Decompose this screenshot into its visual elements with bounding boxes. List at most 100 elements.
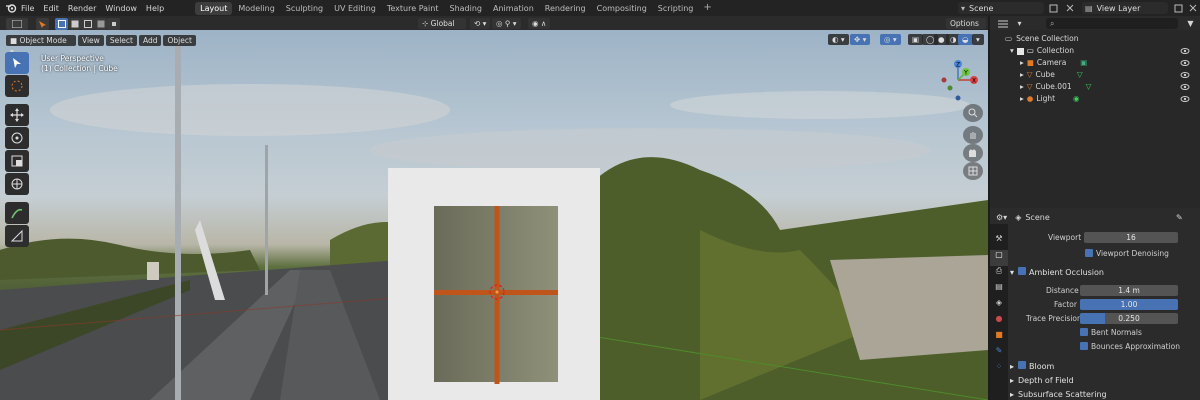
gizmo-toggle-icon[interactable]: ✥ ▾ xyxy=(850,34,871,45)
properties-editor-icon[interactable]: ⚙▾ xyxy=(996,213,1007,222)
eye-icon[interactable] xyxy=(1180,58,1190,68)
collection-checkbox-icon[interactable] xyxy=(1016,47,1024,55)
select-extend-icon[interactable] xyxy=(68,18,81,30)
menu-window[interactable]: Window xyxy=(105,4,137,13)
transform-orientation[interactable]: ⊹ Global xyxy=(418,18,466,29)
menu-edit[interactable]: Edit xyxy=(43,4,59,13)
pan-hand-icon[interactable] xyxy=(963,126,983,144)
mode-selector[interactable]: ■ Object Mode ▾ xyxy=(6,34,76,56)
tab-world-icon[interactable]: ● xyxy=(990,314,1008,330)
trace-precision-slider[interactable]: 0.250 xyxy=(1080,313,1178,324)
ambient-occlusion-panel[interactable]: ▾ Ambient Occlusion xyxy=(1010,266,1104,278)
select-new-icon[interactable] xyxy=(55,18,68,30)
overlay-toggle-icon[interactable]: ◎ ▾ xyxy=(880,34,901,45)
tab-particles-icon[interactable]: ⁘ xyxy=(990,362,1008,378)
scene-delete-icon[interactable] xyxy=(1063,2,1076,14)
bloom-panel[interactable]: ▸ Bloom xyxy=(1010,360,1054,372)
select-menu[interactable]: Select xyxy=(105,34,137,46)
bent-normals-row[interactable]: Bent Normals xyxy=(1080,328,1142,337)
outliner-item-camera[interactable]: ▸ ■ Camera ▣ xyxy=(1020,57,1087,69)
shading-rendered-icon[interactable]: ◒ xyxy=(958,34,973,45)
eye-icon[interactable] xyxy=(1180,82,1190,92)
bounces-approximation-checkbox[interactable] xyxy=(1080,342,1088,350)
select-intersect-icon[interactable] xyxy=(107,18,120,30)
scene-copy-icon[interactable] xyxy=(1047,2,1060,14)
tab-output-icon[interactable]: ⎙ xyxy=(990,266,1008,282)
add-workspace-icon[interactable]: + xyxy=(699,2,715,15)
outliner-item-cube[interactable]: ▸ ▽ Cube ▽ xyxy=(1020,69,1083,81)
distance-field[interactable]: 1.4 m xyxy=(1080,285,1178,296)
visibility-icon[interactable]: ◐ ▾ xyxy=(828,34,849,45)
tab-render-icon[interactable]: ▢ xyxy=(990,250,1008,266)
xray-icon[interactable]: ▣ xyxy=(908,34,924,45)
object-menu[interactable]: Object xyxy=(163,34,196,46)
tab-uv-editing[interactable]: UV Editing xyxy=(329,2,381,15)
eye-icon[interactable] xyxy=(1180,94,1190,104)
tab-object-icon[interactable]: ■ xyxy=(990,330,1008,346)
outliner-item-light[interactable]: ▸ ● Light ◉ xyxy=(1020,93,1080,105)
outliner-scene-collection[interactable]: ▭ Scene Collection xyxy=(1005,33,1078,45)
menu-file[interactable]: File xyxy=(21,4,34,13)
tab-scene-icon[interactable]: ◈ xyxy=(990,298,1008,314)
outliner-editor-icon[interactable] xyxy=(996,18,1009,30)
measure-tool-icon[interactable] xyxy=(5,225,29,247)
camera-view-icon[interactable] xyxy=(963,144,983,162)
subsurface-scattering-panel[interactable]: ▸ Subsurface Scattering xyxy=(1010,388,1107,400)
blender-logo-icon[interactable] xyxy=(3,0,19,16)
3d-viewport[interactable] xyxy=(0,30,988,400)
eye-icon[interactable] xyxy=(1180,70,1190,80)
move-tool-icon[interactable] xyxy=(5,104,29,126)
tab-animation[interactable]: Animation xyxy=(488,2,539,15)
outliner-search-input[interactable]: ⌕ xyxy=(1046,18,1178,29)
grid-projection-icon[interactable] xyxy=(963,162,983,180)
scale-tool-icon[interactable] xyxy=(5,150,29,172)
tab-layout[interactable]: Layout xyxy=(195,1,233,15)
shading-options-icon[interactable]: ▾ xyxy=(972,34,984,45)
proportional-edit-icon[interactable]: ◉ ∧ xyxy=(528,18,551,29)
editor-type-icon[interactable] xyxy=(6,18,28,30)
snap-icon[interactable]: ◎ ⚲ ▾ xyxy=(492,18,521,29)
annotate-tool-icon[interactable] xyxy=(5,202,29,224)
menu-render[interactable]: Render xyxy=(68,4,96,13)
factor-slider[interactable]: 1.00 xyxy=(1080,299,1178,310)
tab-view-layer-icon[interactable]: ▤ xyxy=(990,282,1008,298)
transform-tool-icon[interactable] xyxy=(5,173,29,195)
tab-rendering[interactable]: Rendering xyxy=(540,2,591,15)
eye-icon[interactable] xyxy=(1180,46,1190,56)
viewport-denoising-checkbox[interactable] xyxy=(1085,249,1093,257)
viewport-denoising-row[interactable]: Viewport Denoising xyxy=(1085,249,1169,258)
tab-modeling[interactable]: Modeling xyxy=(233,2,279,15)
tab-texture-paint[interactable]: Texture Paint xyxy=(382,2,444,15)
view-menu[interactable]: View xyxy=(78,34,104,46)
outliner-collection[interactable]: ▾ ▭ Collection xyxy=(1010,45,1074,57)
tab-modifier-icon[interactable]: ✎ xyxy=(990,346,1008,362)
tab-compositing[interactable]: Compositing xyxy=(592,2,652,15)
pivot-point-icon[interactable]: ⟲ ▾ xyxy=(470,18,491,29)
tab-scripting[interactable]: Scripting xyxy=(653,2,699,15)
select-subtract-icon[interactable] xyxy=(81,18,94,30)
ambient-occlusion-checkbox[interactable] xyxy=(1018,267,1027,275)
bent-normals-checkbox[interactable] xyxy=(1080,328,1088,336)
bloom-checkbox[interactable] xyxy=(1018,361,1027,369)
display-mode-icon[interactable]: ▾ xyxy=(1013,18,1026,30)
zoom-icon[interactable] xyxy=(963,104,983,122)
options-button[interactable]: Options ▾ xyxy=(946,18,986,39)
tab-sculpting[interactable]: Sculpting xyxy=(281,2,328,15)
cursor-tool-icon[interactable] xyxy=(5,75,29,97)
view-layer-delete-icon[interactable] xyxy=(1186,2,1199,14)
rotate-tool-icon[interactable] xyxy=(5,127,29,149)
bounces-approximation-row[interactable]: Bounces Approximation xyxy=(1080,342,1180,351)
menu-help[interactable]: Help xyxy=(146,4,164,13)
pin-icon[interactable]: ✎ xyxy=(1176,213,1183,222)
scene-selector[interactable]: ▾ Scene xyxy=(958,2,1044,14)
add-menu[interactable]: Add xyxy=(138,34,162,46)
select-box-tool[interactable] xyxy=(5,52,29,74)
navigation-gizmo[interactable]: X Z Y xyxy=(936,58,980,104)
viewport-samples-field[interactable]: 16 xyxy=(1084,232,1178,243)
tab-shading[interactable]: Shading xyxy=(444,2,487,15)
outliner-item-cube001[interactable]: ▸ ▽ Cube.001 ▽ xyxy=(1020,81,1091,93)
filter-icon[interactable]: ▼ xyxy=(1184,18,1197,30)
view-layer-selector[interactable]: ▤ View Layer xyxy=(1082,2,1168,14)
select-tool-icon[interactable] xyxy=(36,18,49,30)
view-layer-copy-icon[interactable] xyxy=(1172,2,1185,14)
